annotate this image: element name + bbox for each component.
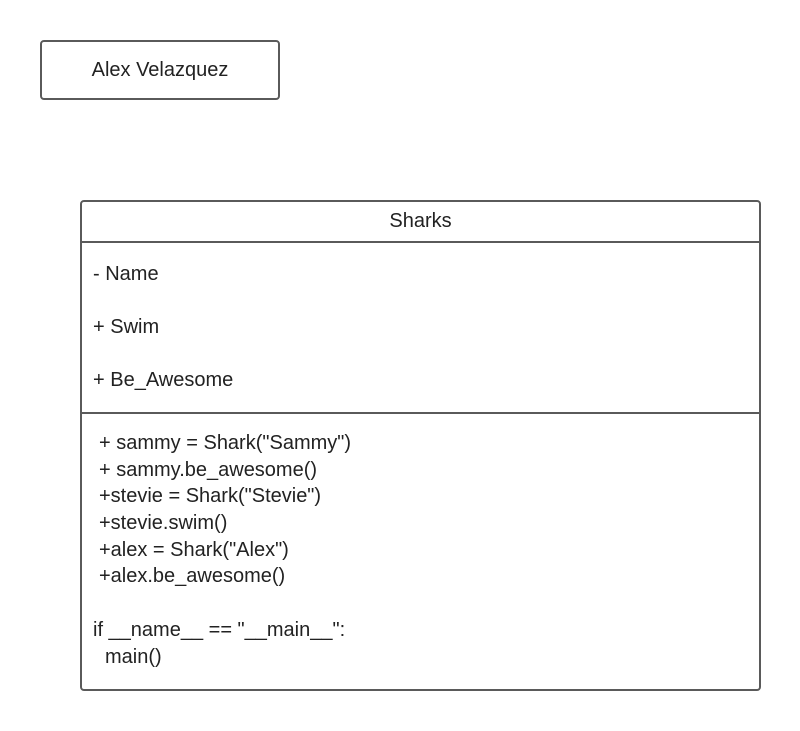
class-title-text: Sharks <box>389 210 452 232</box>
author-name-text: Alex Velazquez <box>91 58 229 81</box>
sharks-class-box: Sharks - Name + Swim + Be_Awesome + samm… <box>80 200 761 691</box>
class-title: Sharks <box>82 202 759 243</box>
main-guard-line: if __name__ == "__main__": <box>93 618 346 641</box>
method-line-alex-awesome: +alex.be_awesome() <box>99 565 286 588</box>
attribute-swim: + Swim <box>93 316 160 338</box>
main-guard-block: if __name__ == "__main__": main() <box>82 617 759 670</box>
attribute-be-awesome: + Be_Awesome <box>93 369 234 391</box>
attribute-name: - Name <box>93 263 159 285</box>
main-call-line: main() <box>105 645 162 668</box>
method-line-alex-create: +alex = Shark("Alex") <box>99 538 289 561</box>
method-line-stevie-swim: +stevie.swim() <box>99 512 228 535</box>
author-name-box: Alex Velazquez <box>40 40 280 100</box>
attributes-section: - Name + Swim + Be_Awesome <box>82 243 759 414</box>
method-line-stevie-create: +stevie = Shark("Stevie") <box>99 485 322 508</box>
method-line-sammy-awesome: + sammy.be_awesome() <box>99 458 318 481</box>
methods-section: + sammy = Shark("Sammy") + sammy.be_awes… <box>82 414 759 670</box>
method-line-sammy-create: + sammy = Shark("Sammy") <box>99 432 352 454</box>
